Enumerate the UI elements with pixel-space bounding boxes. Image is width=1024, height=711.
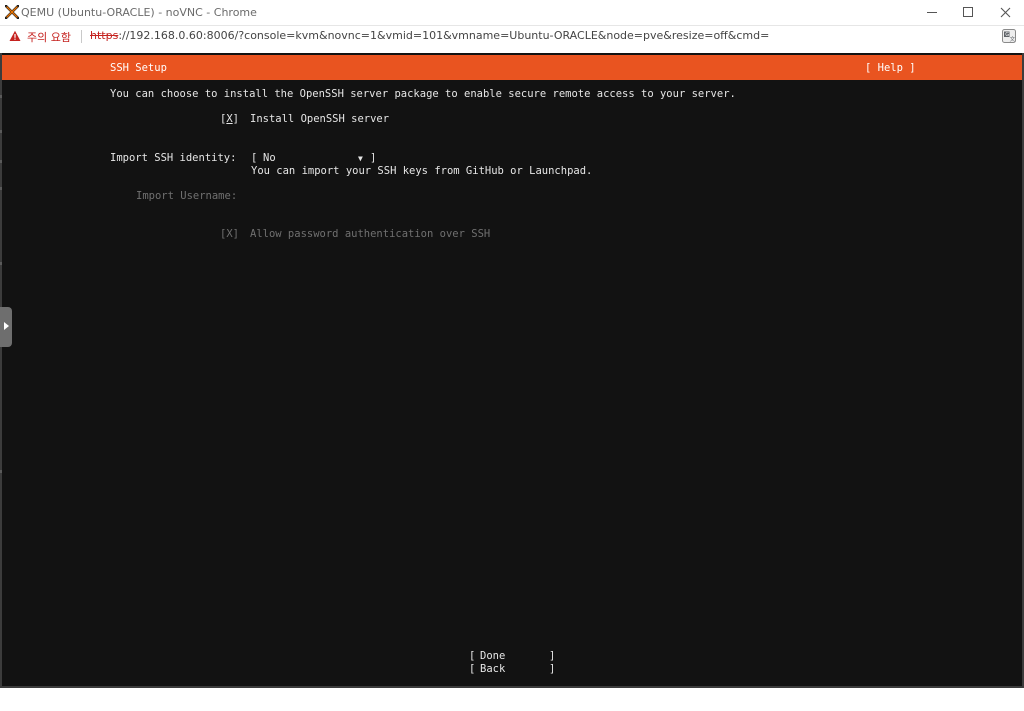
minimize-icon [927,12,937,13]
close-icon [1000,7,1011,18]
button-bracket-close: ] [549,650,556,662]
button-bracket-open: [ [469,663,476,675]
vnc-console[interactable] [0,53,1024,688]
edge-tick [0,130,2,133]
back-button[interactable]: [ Back ] [469,663,557,677]
button-bracket-close: ] [549,663,556,675]
console-frame-left [0,53,2,688]
url-text[interactable]: https://192.168.0.60:8006/?console=kvm&n… [90,29,769,42]
window-titlebar: QEMU (Ubuntu-ORACLE) - noVNC - Chrome [0,0,1024,25]
security-warning-label[interactable]: 주의 요함 [27,29,71,45]
edge-tick [0,262,2,265]
novnc-sidebar-handle[interactable] [0,307,12,347]
select-value: No [263,152,276,164]
maximize-icon [963,7,973,17]
window-title: QEMU (Ubuntu-ORACLE) - noVNC - Chrome [21,6,257,19]
edge-tick [0,160,2,163]
svg-text:G: G [1005,32,1009,38]
warning-icon [9,30,21,41]
help-button[interactable]: [ Help ] [865,62,916,74]
import-identity-label: Import SSH identity: [110,152,237,164]
url-rest: ://192.168.0.60:8006/?console=kvm&novnc=… [118,29,770,42]
translate-icon[interactable]: G 文 [1002,29,1016,43]
allow-password-checkbox: [X] [220,228,239,240]
intro-text: You can choose to install the OpenSSH se… [110,88,736,100]
edge-tick [0,187,2,190]
minimize-button[interactable] [914,0,950,25]
page-title: SSH Setup [110,62,167,74]
import-identity-hint: You can import your SSH keys from GitHub… [251,165,593,177]
select-bracket-close: ] [370,152,377,164]
close-button[interactable] [988,0,1024,25]
done-button[interactable]: [ Done ] [469,650,557,664]
select-bracket-open: [ [251,152,258,164]
address-divider [81,30,82,43]
back-button-label: Back [480,663,506,675]
import-username-label: Import Username: [136,190,238,202]
address-bar[interactable]: 주의 요함 https://192.168.0.60:8006/?console… [0,25,1024,47]
allow-password-label: Allow password authentication over SSH [250,228,491,240]
maximize-button[interactable] [950,0,986,25]
done-button-label: Done [480,650,506,662]
dropdown-arrow-icon: ▼ [358,154,363,163]
install-openssh-checkbox[interactable]: [X] [220,113,239,125]
proxmox-icon [5,5,19,19]
expand-arrow-icon [4,322,9,330]
svg-text:文: 文 [1010,35,1016,43]
url-scheme: https [90,29,119,42]
edge-tick [0,470,2,473]
install-openssh-label[interactable]: Install OpenSSH server [250,113,389,125]
button-bracket-open: [ [469,650,476,662]
edge-tick [0,95,2,98]
checkbox-close: ] [232,113,239,125]
import-identity-select[interactable]: [ No ▼ ] [251,152,378,166]
